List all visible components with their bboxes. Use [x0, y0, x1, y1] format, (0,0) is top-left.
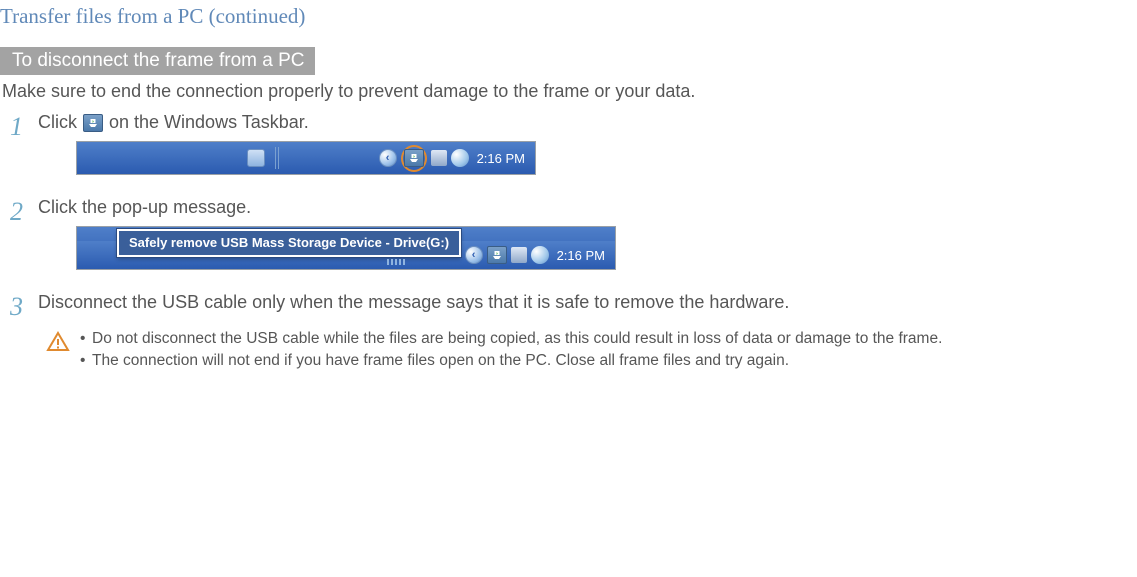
steps-list: 1 Click on the Windows Taskbar. ‹	[0, 112, 1137, 373]
system-tray: ‹ 2:16 PM	[379, 145, 535, 172]
intro-text: Make sure to end the connection properly…	[0, 81, 1137, 102]
step-1: 1 Click on the Windows Taskbar. ‹	[10, 112, 1137, 189]
taskbar-app-icon	[247, 149, 265, 167]
network-icon	[531, 246, 549, 264]
step-2-text: Click the pop-up message.	[38, 197, 1137, 218]
safely-remove-hardware-icon	[83, 114, 103, 132]
taskbar-screenshot-2: Safely remove USB Mass Storage Device - …	[76, 226, 616, 270]
page-title: Transfer files from a PC (continued)	[0, 0, 1137, 47]
warning-icon	[46, 328, 72, 359]
caution-item: The connection will not end if you have …	[80, 350, 942, 372]
step-number: 2	[10, 197, 38, 225]
safely-remove-tooltip: Safely remove USB Mass Storage Device - …	[117, 229, 461, 257]
step-1-text: Click on the Windows Taskbar.	[38, 112, 1137, 133]
step-1-pre: Click	[38, 112, 77, 133]
highlight-circle-icon	[401, 145, 427, 172]
taskbar-screenshot-1: ‹ 2:16 PM	[76, 141, 536, 175]
caution-item: Do not disconnect the USB cable while th…	[80, 328, 942, 350]
system-tray: ‹ 2:16 PM	[465, 246, 615, 264]
step-number: 1	[10, 112, 38, 140]
step-2: 2 Click the pop-up message. Safely remov…	[10, 197, 1137, 284]
tray-generic-icon	[511, 247, 527, 263]
caution-block: Do not disconnect the USB cable while th…	[10, 328, 1137, 373]
step-1-post: on the Windows Taskbar.	[109, 112, 309, 133]
taskbar-divider-icon	[275, 147, 281, 169]
tray-expand-arrow-icon: ‹	[465, 246, 483, 264]
taskbar-grip-icon	[387, 259, 407, 265]
caution-list: Do not disconnect the USB cable while th…	[80, 328, 942, 373]
tray-expand-arrow-icon: ‹	[379, 149, 397, 167]
step-number: 3	[10, 292, 38, 320]
section-heading: To disconnect the frame from a PC	[0, 47, 315, 75]
step-3-text: Disconnect the USB cable only when the m…	[38, 292, 1137, 313]
tray-generic-icon	[431, 150, 447, 166]
taskbar-clock: 2:16 PM	[553, 248, 605, 263]
step-3: 3 Disconnect the USB cable only when the…	[10, 292, 1137, 320]
safely-remove-hardware-tray-icon	[404, 149, 424, 167]
network-icon	[451, 149, 469, 167]
safely-remove-hardware-tray-icon	[487, 246, 507, 264]
taskbar-clock: 2:16 PM	[473, 151, 525, 166]
